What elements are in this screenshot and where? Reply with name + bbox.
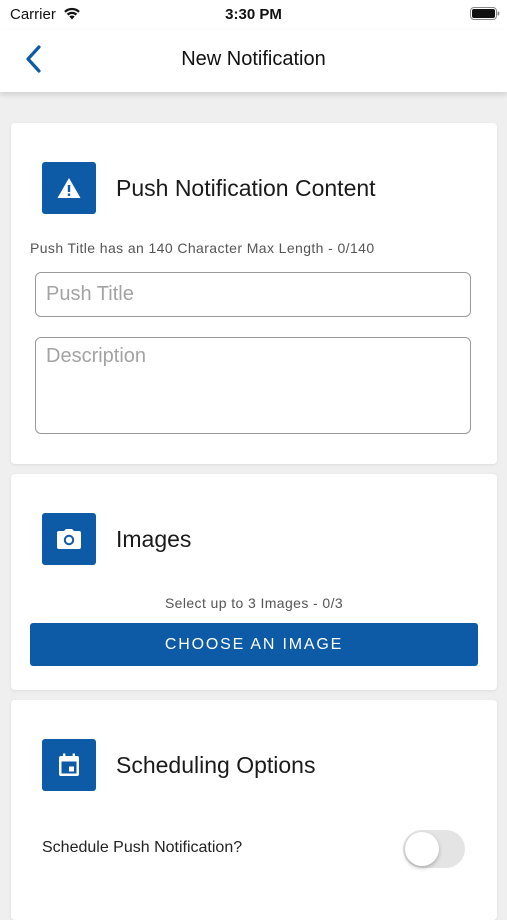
schedule-toggle[interactable] — [403, 830, 465, 868]
images-icon-tile — [42, 513, 96, 565]
status-bar: Carrier 3:30 PM — [0, 0, 507, 30]
battery-icon — [470, 7, 500, 20]
status-time: 3:30 PM — [225, 6, 282, 23]
push-content-card: Push Notification Content Push Title has… — [11, 123, 497, 464]
page-title: New Notification — [181, 48, 326, 70]
calendar-icon — [59, 753, 79, 776]
images-card: Images Select up to 3 Images - 0/3 CHOOS… — [11, 474, 497, 690]
navigation-bar: New Notification — [0, 30, 507, 92]
description-input[interactable] — [35, 337, 471, 434]
camera-icon — [57, 529, 81, 549]
content-section-title: Push Notification Content — [116, 175, 376, 201]
scheduling-icon-tile — [42, 739, 96, 791]
schedule-toggle-label: Schedule Push Notification? — [42, 839, 243, 856]
push-title-input[interactable] — [35, 272, 471, 317]
scheduling-section-title: Scheduling Options — [116, 752, 316, 778]
choose-image-button[interactable]: CHOOSE AN IMAGE — [30, 623, 478, 666]
images-count-hint: Select up to 3 Images - 0/3 — [164, 595, 344, 611]
warning-icon — [57, 178, 81, 198]
content-icon-tile — [42, 162, 96, 214]
toggle-knob — [405, 832, 439, 866]
scheduling-card: Scheduling Options Schedule Push Notific… — [11, 700, 497, 920]
title-length-hint: Push Title has an 140 Character Max Leng… — [30, 240, 375, 256]
images-section-title: Images — [116, 526, 192, 552]
